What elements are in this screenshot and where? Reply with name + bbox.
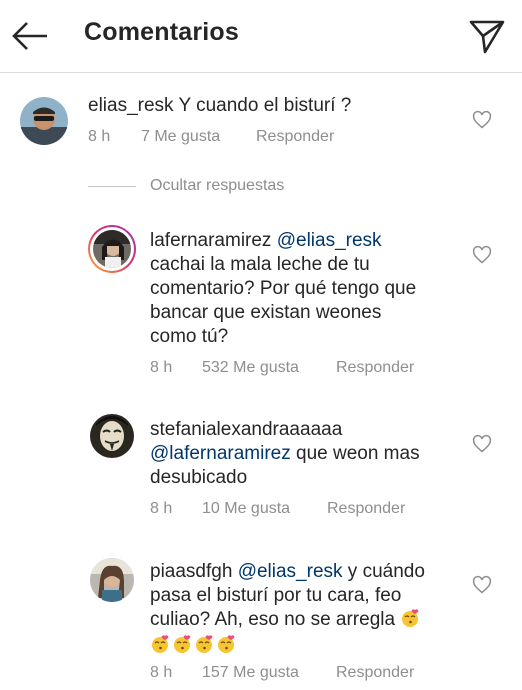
comment-body: elias_resk Y cuando el bisturí ? <box>88 94 351 118</box>
heart-icon[interactable] <box>472 575 492 595</box>
comment-text: cachai la mala leche de tu <box>150 254 370 275</box>
page-title: Comentarios <box>84 18 240 46</box>
mention-link[interactable]: @elias_resk <box>277 230 382 251</box>
comment-likes[interactable]: 7 Me gusta <box>141 128 220 146</box>
comment-likes[interactable]: 532 Me gusta <box>202 359 299 377</box>
comment-body: lafernaramirez @elias_resk cachai la mal… <box>150 229 480 349</box>
comment-text: como tú? <box>150 326 229 347</box>
back-arrow-icon[interactable] <box>10 18 50 54</box>
reply-button[interactable]: Responder <box>336 359 414 377</box>
send-icon[interactable] <box>467 16 507 56</box>
avatar[interactable] <box>90 558 134 602</box>
comment-likes[interactable]: 157 Me gusta <box>202 664 299 682</box>
comment-text: bancar que existan weones <box>150 302 382 323</box>
heart-icon[interactable] <box>472 434 492 454</box>
comment-text: y cuándo <box>342 561 425 582</box>
heart-icon[interactable] <box>472 245 492 265</box>
avatar[interactable] <box>20 97 68 145</box>
mention-link[interactable]: @elias_resk <box>238 561 343 582</box>
comment-username[interactable]: piaasdfgh <box>150 561 232 582</box>
comment-time: 8 h <box>150 500 173 517</box>
avatar[interactable] <box>88 225 136 273</box>
comment-time: 8 h <box>150 359 173 376</box>
avatar[interactable] <box>90 414 134 458</box>
heart-icon[interactable] <box>472 110 492 130</box>
comment-text: pasa el bisturí por tu cara, feo <box>150 585 402 606</box>
reply-button[interactable]: Responder <box>327 500 405 518</box>
reply-button[interactable]: Responder <box>336 664 414 682</box>
divider <box>88 186 136 187</box>
comment-username[interactable]: stefanialexandraaaaaa <box>150 418 480 442</box>
comment-likes[interactable]: 10 Me gusta <box>202 500 290 518</box>
kissing-face-with-hearts-icon <box>174 635 191 653</box>
comment-time: 8 h <box>88 128 111 145</box>
kissing-face-with-hearts-icon <box>218 635 235 653</box>
reply-button[interactable]: Responder <box>256 128 334 146</box>
mention-link[interactable]: @lafernaramirez <box>150 443 291 464</box>
comment-text: comentario? Por qué tengo que <box>150 278 417 299</box>
comment-text: culiao? Ah, eso no se arregla <box>150 609 396 630</box>
comment-text: desubicado <box>150 467 248 488</box>
comment-time: 8 h <box>150 664 173 681</box>
header-bar: Comentarios <box>0 0 522 73</box>
kissing-face-with-hearts-icon <box>196 635 213 653</box>
hide-replies-button[interactable]: Ocultar respuestas <box>150 177 284 195</box>
kissing-face-with-hearts-icon <box>152 635 169 653</box>
comment-text: que weon mas <box>290 443 420 464</box>
comment-body: stefanialexandraaaaaa @lafernaramirez qu… <box>150 418 480 490</box>
comment-text: Y cuando el bisturí ? <box>178 95 352 116</box>
comment-body: piaasdfgh @elias_resk y cuándo pasa el b… <box>150 560 480 658</box>
comment-username[interactable]: elias_resk <box>88 95 174 116</box>
comment-username[interactable]: lafernaramirez <box>150 230 271 251</box>
kissing-face-with-hearts-icon <box>402 609 419 627</box>
